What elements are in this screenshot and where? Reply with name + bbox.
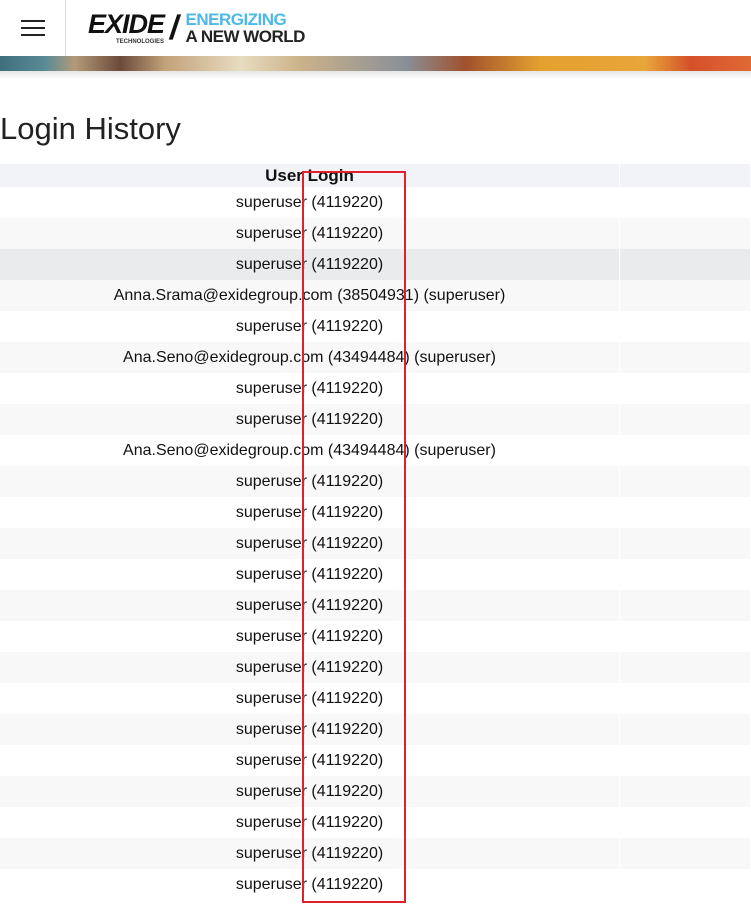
table-row[interactable]: superuser (4119220) [0,652,751,683]
brand-mark: EXIDE TECHNOLOGIES [88,9,165,46]
empty-cell [619,559,751,590]
logo-divider: / [167,8,183,47]
empty-cell [619,869,751,900]
empty-cell [619,621,751,652]
table-row[interactable]: superuser (4119220) [0,714,751,745]
tagline-line-1: ENERGIZING [185,10,287,29]
tagline-line-2: A NEW WORLD [185,27,305,46]
empty-cell [619,497,751,528]
user-login-cell: superuser (4119220) [0,528,620,559]
user-login-cell: Ana.Seno@exidegroup.com (43494484) (supe… [0,342,620,373]
table-row[interactable]: superuser (4119220) [0,373,751,404]
empty-cell [619,373,751,404]
empty-cell [619,404,751,435]
table-row[interactable]: superuser (4119220) [0,528,751,559]
user-login-cell: superuser (4119220) [0,621,620,652]
user-login-cell: superuser (4119220) [0,373,620,404]
user-login-cell: superuser (4119220) [0,590,620,621]
user-login-cell: superuser (4119220) [0,497,620,528]
table-row[interactable]: superuser (4119220) [0,404,751,435]
empty-cell [619,435,751,466]
table-row[interactable]: superuser (4119220) [0,559,751,590]
table-row[interactable]: superuser (4119220) [0,249,751,280]
user-login-cell: superuser (4119220) [0,652,620,683]
table-row[interactable]: superuser (4119220) [0,218,751,249]
table-row[interactable]: superuser (4119220) [0,869,751,900]
empty-cell [619,745,751,776]
table-row[interactable]: superuser (4119220) [0,590,751,621]
empty-cell [619,218,751,249]
top-bar: EXIDE TECHNOLOGIES / ENERGIZING A NEW WO… [0,0,751,56]
user-login-cell: superuser (4119220) [0,745,620,776]
login-history-table: User Login superuser (4119220) superuser … [0,164,751,900]
empty-cell [619,683,751,714]
table-row[interactable]: Anna.Srama@exidegroup.com (38504931) (su… [0,280,751,311]
header-banner [0,56,751,71]
empty-cell [619,342,751,373]
table-row[interactable]: superuser (4119220) [0,838,751,869]
empty-cell [619,528,751,559]
page-title: Login History [0,111,181,146]
user-login-cell: superuser (4119220) [0,404,620,435]
table-row[interactable]: Ana.Seno@exidegroup.com (43494484) (supe… [0,435,751,466]
user-login-cell: superuser (4119220) [0,838,620,869]
empty-cell [619,652,751,683]
brand-name: EXIDE [88,9,165,39]
empty-cell [619,590,751,621]
column-header-user-login[interactable]: User Login [0,164,620,187]
user-login-cell: superuser (4119220) [0,776,620,807]
table-row[interactable]: superuser (4119220) [0,187,751,218]
user-login-cell: superuser (4119220) [0,869,620,900]
table-row[interactable]: superuser (4119220) [0,683,751,714]
table-row[interactable]: superuser (4119220) [0,745,751,776]
user-login-cell: superuser (4119220) [0,249,620,280]
empty-cell [619,187,751,218]
table-row[interactable]: superuser (4119220) [0,497,751,528]
empty-cell [619,776,751,807]
user-login-cell: superuser (4119220) [0,311,620,342]
user-login-cell: superuser (4119220) [0,683,620,714]
empty-cell [619,280,751,311]
exide-logo[interactable]: EXIDE TECHNOLOGIES / ENERGIZING A NEW WO… [88,0,305,56]
tagline: ENERGIZING A NEW WORLD [185,10,305,46]
empty-cell [619,311,751,342]
column-header-empty [619,164,751,187]
empty-cell [619,807,751,838]
user-login-cell: superuser (4119220) [0,714,620,745]
empty-cell [619,249,751,280]
table-row[interactable]: superuser (4119220) [0,466,751,497]
user-login-cell: superuser (4119220) [0,218,620,249]
empty-cell [619,714,751,745]
empty-cell [619,838,751,869]
table-row[interactable]: Ana.Seno@exidegroup.com (43494484) (supe… [0,342,751,373]
table-row[interactable]: superuser (4119220) [0,807,751,838]
table-row[interactable]: superuser (4119220) [0,621,751,652]
user-login-cell: Ana.Seno@exidegroup.com (43494484) (supe… [0,435,620,466]
table-header-row: User Login [0,164,751,187]
user-login-cell: superuser (4119220) [0,466,620,497]
empty-cell [619,466,751,497]
user-login-cell: superuser (4119220) [0,187,620,218]
table-row[interactable]: superuser (4119220) [0,311,751,342]
table-row[interactable]: superuser (4119220) [0,776,751,807]
user-login-cell: superuser (4119220) [0,807,620,838]
user-login-cell: superuser (4119220) [0,559,620,590]
user-login-cell: Anna.Srama@exidegroup.com (38504931) (su… [0,280,620,311]
banner-shadow [0,71,751,79]
brand-sub: TECHNOLOGIES [116,39,165,45]
hamburger-menu-icon[interactable] [0,0,66,56]
